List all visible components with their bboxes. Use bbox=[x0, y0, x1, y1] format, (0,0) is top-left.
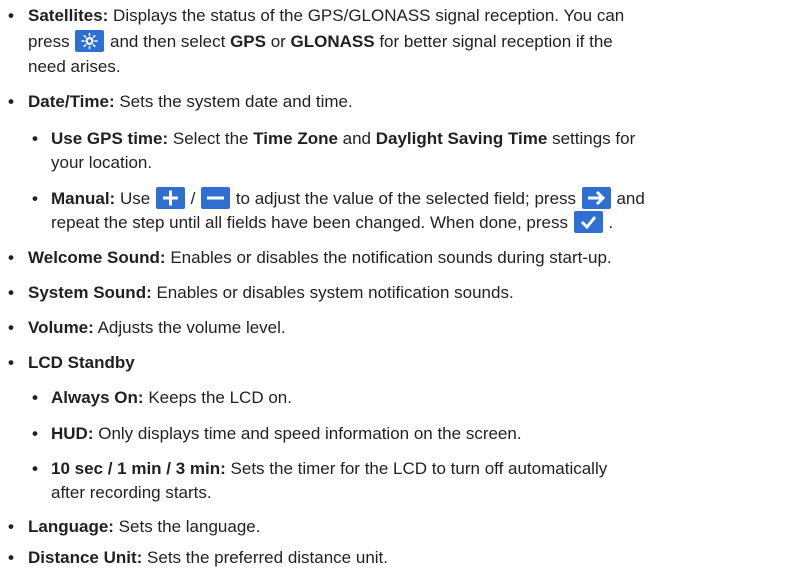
arrow-right-icon bbox=[581, 187, 611, 209]
manual-page: • Satellites: Displays the status of the… bbox=[0, 0, 787, 567]
bullet: • bbox=[32, 459, 38, 478]
bullet: • bbox=[32, 388, 38, 407]
distance-unit-label: Distance Unit: bbox=[28, 548, 143, 567]
manual-label: Manual: bbox=[51, 189, 116, 208]
date-time-label: Date/Time: bbox=[28, 92, 115, 111]
system-sound-label: System Sound: bbox=[28, 283, 152, 302]
plus-icon bbox=[155, 187, 185, 209]
satellites-label: Satellites: bbox=[28, 6, 109, 25]
bullet: • bbox=[8, 248, 14, 267]
gear-settings-icon bbox=[75, 30, 105, 52]
bullet: • bbox=[32, 189, 38, 208]
always-on-label: Always On: bbox=[51, 388, 144, 407]
bullet: • bbox=[8, 6, 14, 25]
language-label: Language: bbox=[28, 517, 114, 536]
welcome-sound-label: Welcome Sound: bbox=[28, 248, 166, 267]
bullet: • bbox=[32, 129, 38, 148]
volume-label: Volume: bbox=[28, 318, 94, 337]
use-gps-time-label: Use GPS time: bbox=[51, 129, 169, 148]
bullet: • bbox=[8, 318, 14, 337]
bullet: • bbox=[32, 424, 38, 443]
lcd-standby-label: LCD Standby bbox=[28, 353, 135, 372]
checkmark-icon bbox=[573, 211, 603, 233]
bullet: • bbox=[8, 517, 14, 536]
hud-label: HUD: bbox=[51, 424, 94, 443]
bullet: • bbox=[8, 92, 14, 111]
minus-icon bbox=[201, 187, 231, 209]
bullet: • bbox=[8, 283, 14, 302]
bullet: • bbox=[8, 548, 14, 567]
bullet: • bbox=[8, 353, 14, 372]
timers-label: 10 sec / 1 min / 3 min: bbox=[51, 459, 226, 478]
